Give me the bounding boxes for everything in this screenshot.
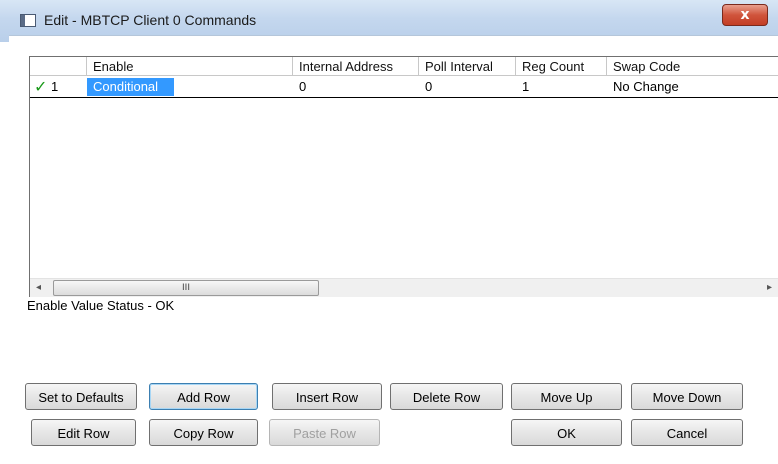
dialog-body: Enable Internal Address Poll Interval Re… (9, 35, 778, 464)
move-down-button[interactable]: Move Down (631, 383, 743, 410)
scroll-right-icon[interactable]: ▸ (761, 279, 778, 297)
paste-row-button: Paste Row (269, 419, 380, 446)
table-header: Enable Internal Address Poll Interval Re… (30, 57, 778, 77)
scrollbar-thumb[interactable]: III (53, 280, 319, 296)
move-up-button[interactable]: Move Up (511, 383, 622, 410)
swap-code-cell[interactable]: No Change (607, 77, 679, 97)
internal-address-cell[interactable]: 0 (293, 77, 306, 97)
window-title: Edit - MBTCP Client 0 Commands (44, 12, 257, 28)
row-divider (30, 97, 778, 98)
column-header-enable[interactable]: Enable (87, 57, 293, 76)
reg-count-cell[interactable]: 1 (516, 77, 529, 97)
column-header-swap-code[interactable]: Swap Code (607, 57, 778, 76)
row-number: 1 (51, 79, 59, 94)
insert-row-button[interactable]: Insert Row (272, 383, 382, 410)
status-text: Enable Value Status - OK (27, 298, 175, 313)
column-header-poll-interval[interactable]: Poll Interval (419, 57, 516, 76)
copy-row-button[interactable]: Copy Row (149, 419, 258, 446)
close-button[interactable]: x (722, 4, 768, 26)
scroll-left-icon[interactable]: ◂ (30, 279, 47, 297)
column-header-reg-count[interactable]: Reg Count (516, 57, 607, 76)
add-row-button[interactable]: Add Row (149, 383, 258, 410)
row-header-corner (30, 57, 87, 76)
check-icon: ✓ (34, 77, 48, 96)
horizontal-scrollbar[interactable]: ◂ III ▸ (30, 278, 778, 297)
enable-cell[interactable]: Conditional (87, 78, 174, 96)
table-row[interactable]: ✓ 1 Conditional 0 0 1 No Change (30, 77, 778, 97)
column-header-internal-address[interactable]: Internal Address (293, 57, 419, 76)
close-icon: x (740, 7, 750, 23)
window-icon (20, 14, 36, 27)
cancel-button[interactable]: Cancel (631, 419, 743, 446)
ok-button[interactable]: OK (511, 419, 622, 446)
set-to-defaults-button[interactable]: Set to Defaults (25, 383, 137, 410)
edit-commands-dialog: Edit - MBTCP Client 0 Commands x Enable … (0, 0, 778, 464)
commands-table[interactable]: Enable Internal Address Poll Interval Re… (29, 56, 778, 297)
edit-row-button[interactable]: Edit Row (31, 419, 136, 446)
poll-interval-cell[interactable]: 0 (419, 77, 432, 97)
delete-row-button[interactable]: Delete Row (390, 383, 503, 410)
